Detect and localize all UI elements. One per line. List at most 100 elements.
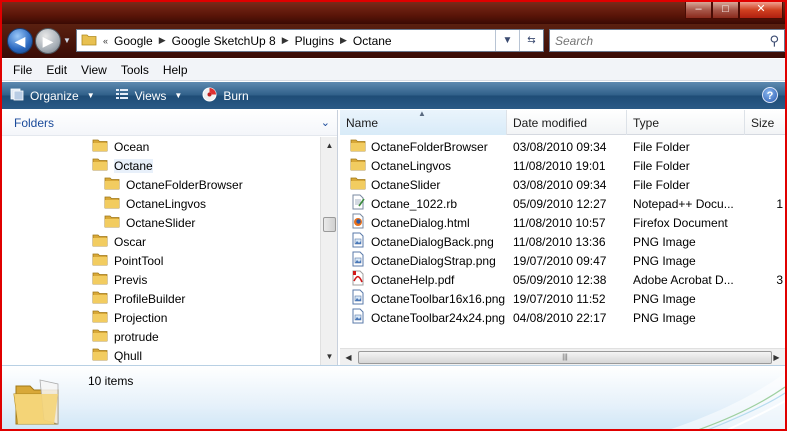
tree-item[interactable]: protrude	[92, 327, 159, 346]
chevron-right-icon[interactable]: ▶	[280, 35, 291, 46]
folder-icon	[104, 176, 120, 193]
file-date: 19/07/2010 11:52	[513, 291, 606, 306]
breadcrumb-octane[interactable]: Octane	[349, 34, 396, 48]
recent-pages-dropdown[interactable]: ▼	[63, 36, 71, 45]
close-button[interactable]: ✕	[739, 2, 783, 19]
menu-help[interactable]: Help	[156, 63, 195, 77]
tree-item[interactable]: Projection	[92, 308, 167, 327]
menu-file[interactable]: File	[6, 63, 39, 77]
file-date: 11/08/2010 19:01	[513, 158, 606, 173]
menu-tools[interactable]: Tools	[114, 63, 156, 77]
scrollbar-thumb[interactable]: |||	[358, 351, 772, 364]
file-type: Adobe Acrobat D...	[633, 272, 734, 287]
file-type: File Folder	[633, 177, 690, 192]
column-header-type[interactable]: Type	[627, 110, 745, 135]
breadcrumb-plugins[interactable]: Plugins	[291, 34, 338, 48]
menu-edit[interactable]: Edit	[39, 63, 74, 77]
chevron-right-icon[interactable]: ▶	[157, 35, 168, 46]
file-name-cell: OctaneToolbar16x16.png	[340, 289, 507, 308]
tree-item[interactable]: Previs	[92, 270, 147, 289]
address-dropdown-button[interactable]: ▼	[495, 30, 519, 51]
folder-icon	[350, 138, 366, 155]
file-row[interactable]: OctaneDialogBack.png 11/08/2010 13:36 PNG …	[340, 232, 785, 251]
file-row[interactable]: OctaneDialogStrap.png 19/07/2010 09:47 PNG…	[340, 251, 785, 270]
refresh-button[interactable]: ⇆	[519, 30, 543, 51]
file-type: Firefox Document	[633, 215, 728, 230]
text-file-icon	[350, 194, 366, 213]
column-headers: ▲ Name Date modified Type Size	[340, 109, 785, 135]
navigation-bar: ◀ ▶ ▼ « Google ▶ Google SketchUp 8 ▶ Plu…	[2, 24, 785, 58]
file-row[interactable]: OctaneToolbar16x16.png 19/07/2010 11:52 PN…	[340, 289, 785, 308]
column-header-label: Date modified	[513, 115, 588, 130]
file-date: 19/07/2010 09:47	[513, 253, 607, 268]
folder-icon	[92, 138, 108, 155]
chevron-right-icon[interactable]: ▶	[338, 35, 349, 46]
organize-label: Organize	[30, 88, 79, 103]
tree-scrollbar[interactable]: ▲ ▼	[320, 137, 337, 365]
organize-button[interactable]: Organize ▼	[10, 87, 95, 104]
file-row[interactable]: OctaneDialog.html 11/08/2010 10:57 Firefox…	[340, 213, 785, 232]
views-label: Views	[134, 88, 167, 103]
scrollbar-thumb[interactable]	[323, 217, 336, 232]
breadcrumb-google[interactable]: Google	[110, 34, 157, 48]
tree-item[interactable]: OctaneSlider	[104, 213, 195, 232]
column-header-date-modified[interactable]: Date modified	[507, 110, 627, 135]
minimize-button[interactable]: –	[685, 2, 712, 19]
tree-item[interactable]: Qhull	[92, 346, 142, 365]
chevron-down-icon: ▼	[86, 91, 95, 100]
search-input[interactable]	[555, 33, 755, 48]
file-date: 05/09/2010 12:38	[513, 272, 607, 287]
folder-icon	[92, 271, 108, 288]
tree-item[interactable]: Ocean	[92, 137, 149, 156]
file-name: Octane_1022.rb	[371, 196, 458, 211]
burn-button[interactable]: Burn	[202, 87, 249, 105]
file-name-cell: OctaneFolderBrowser	[340, 138, 507, 155]
horizontal-scrollbar[interactable]: ◀ ||| ▶	[340, 348, 785, 365]
breadcrumb-sketchup[interactable]: Google SketchUp 8	[168, 34, 280, 48]
file-name-cell: OctaneHelp.pdf	[340, 270, 507, 289]
tree-item[interactable]: PointTool	[92, 251, 163, 270]
tree-item[interactable]: Oscar	[92, 232, 146, 251]
folders-header-label: Folders	[14, 115, 55, 130]
tree-item[interactable]: Octane	[92, 156, 153, 175]
file-row[interactable]: Octane_1022.rb 05/09/2010 12:27 Notepad++ …	[340, 194, 785, 213]
file-row[interactable]: OctaneHelp.pdf 05/09/2010 12:38 Adobe Acro…	[340, 270, 785, 289]
column-header-size[interactable]: Size	[745, 110, 785, 135]
tree-item[interactable]: OctaneFolderBrowser	[104, 175, 243, 194]
maximize-button[interactable]: □	[712, 2, 739, 19]
file-type: PNG Image	[633, 234, 696, 249]
tree-item-label: Previs	[114, 272, 148, 287]
search-icon[interactable]: ⚲	[769, 33, 779, 49]
back-button[interactable]: ◀	[7, 28, 33, 54]
column-header-name[interactable]: ▲ Name	[340, 109, 507, 135]
menu-view[interactable]: View	[74, 63, 114, 77]
file-row[interactable]: OctaneFolderBrowser 03/08/2010 09:34 File …	[340, 137, 785, 156]
arrow-left-icon: ◀	[14, 32, 26, 49]
file-type: PNG Image	[633, 253, 696, 268]
address-bar[interactable]: « Google ▶ Google SketchUp 8 ▶ Plugins ▶…	[76, 29, 544, 52]
scroll-down-icon[interactable]: ▼	[321, 348, 338, 365]
folder-icon	[10, 372, 68, 429]
folders-header[interactable]: Folders ⌄	[2, 110, 337, 136]
chevron-down-icon[interactable]: ⌄	[321, 116, 330, 129]
file-row[interactable]: OctaneLingvos 11/08/2010 19:01 File Folder	[340, 156, 785, 175]
file-row[interactable]: OctaneSlider 03/08/2010 09:34 File Folder	[340, 175, 785, 194]
breadcrumb-overflow[interactable]: «	[101, 36, 110, 46]
column-header-label: Name	[346, 115, 379, 130]
folder-icon	[92, 233, 108, 250]
scroll-right-icon[interactable]: ▶	[768, 349, 785, 366]
tree-item[interactable]: ProfileBuilder	[92, 289, 185, 308]
folder-icon	[104, 214, 120, 231]
file-row[interactable]: OctaneToolbar24x24.png 04/08/2010 22:17 PN…	[340, 308, 785, 327]
views-button[interactable]: Views ▼	[115, 87, 182, 104]
scroll-up-icon[interactable]: ▲	[321, 137, 338, 154]
scroll-left-icon[interactable]: ◀	[340, 349, 357, 366]
folder-icon	[92, 309, 108, 326]
decorative-swoosh	[671, 373, 785, 429]
details-pane: 10 items	[2, 365, 785, 429]
forward-button[interactable]: ▶	[35, 28, 61, 54]
help-button[interactable]: ?	[762, 87, 778, 103]
command-bar: Organize ▼ Views ▼ Burn ?	[2, 82, 785, 109]
firefox-document-icon	[350, 213, 366, 232]
tree-item[interactable]: OctaneLingvos	[104, 194, 206, 213]
